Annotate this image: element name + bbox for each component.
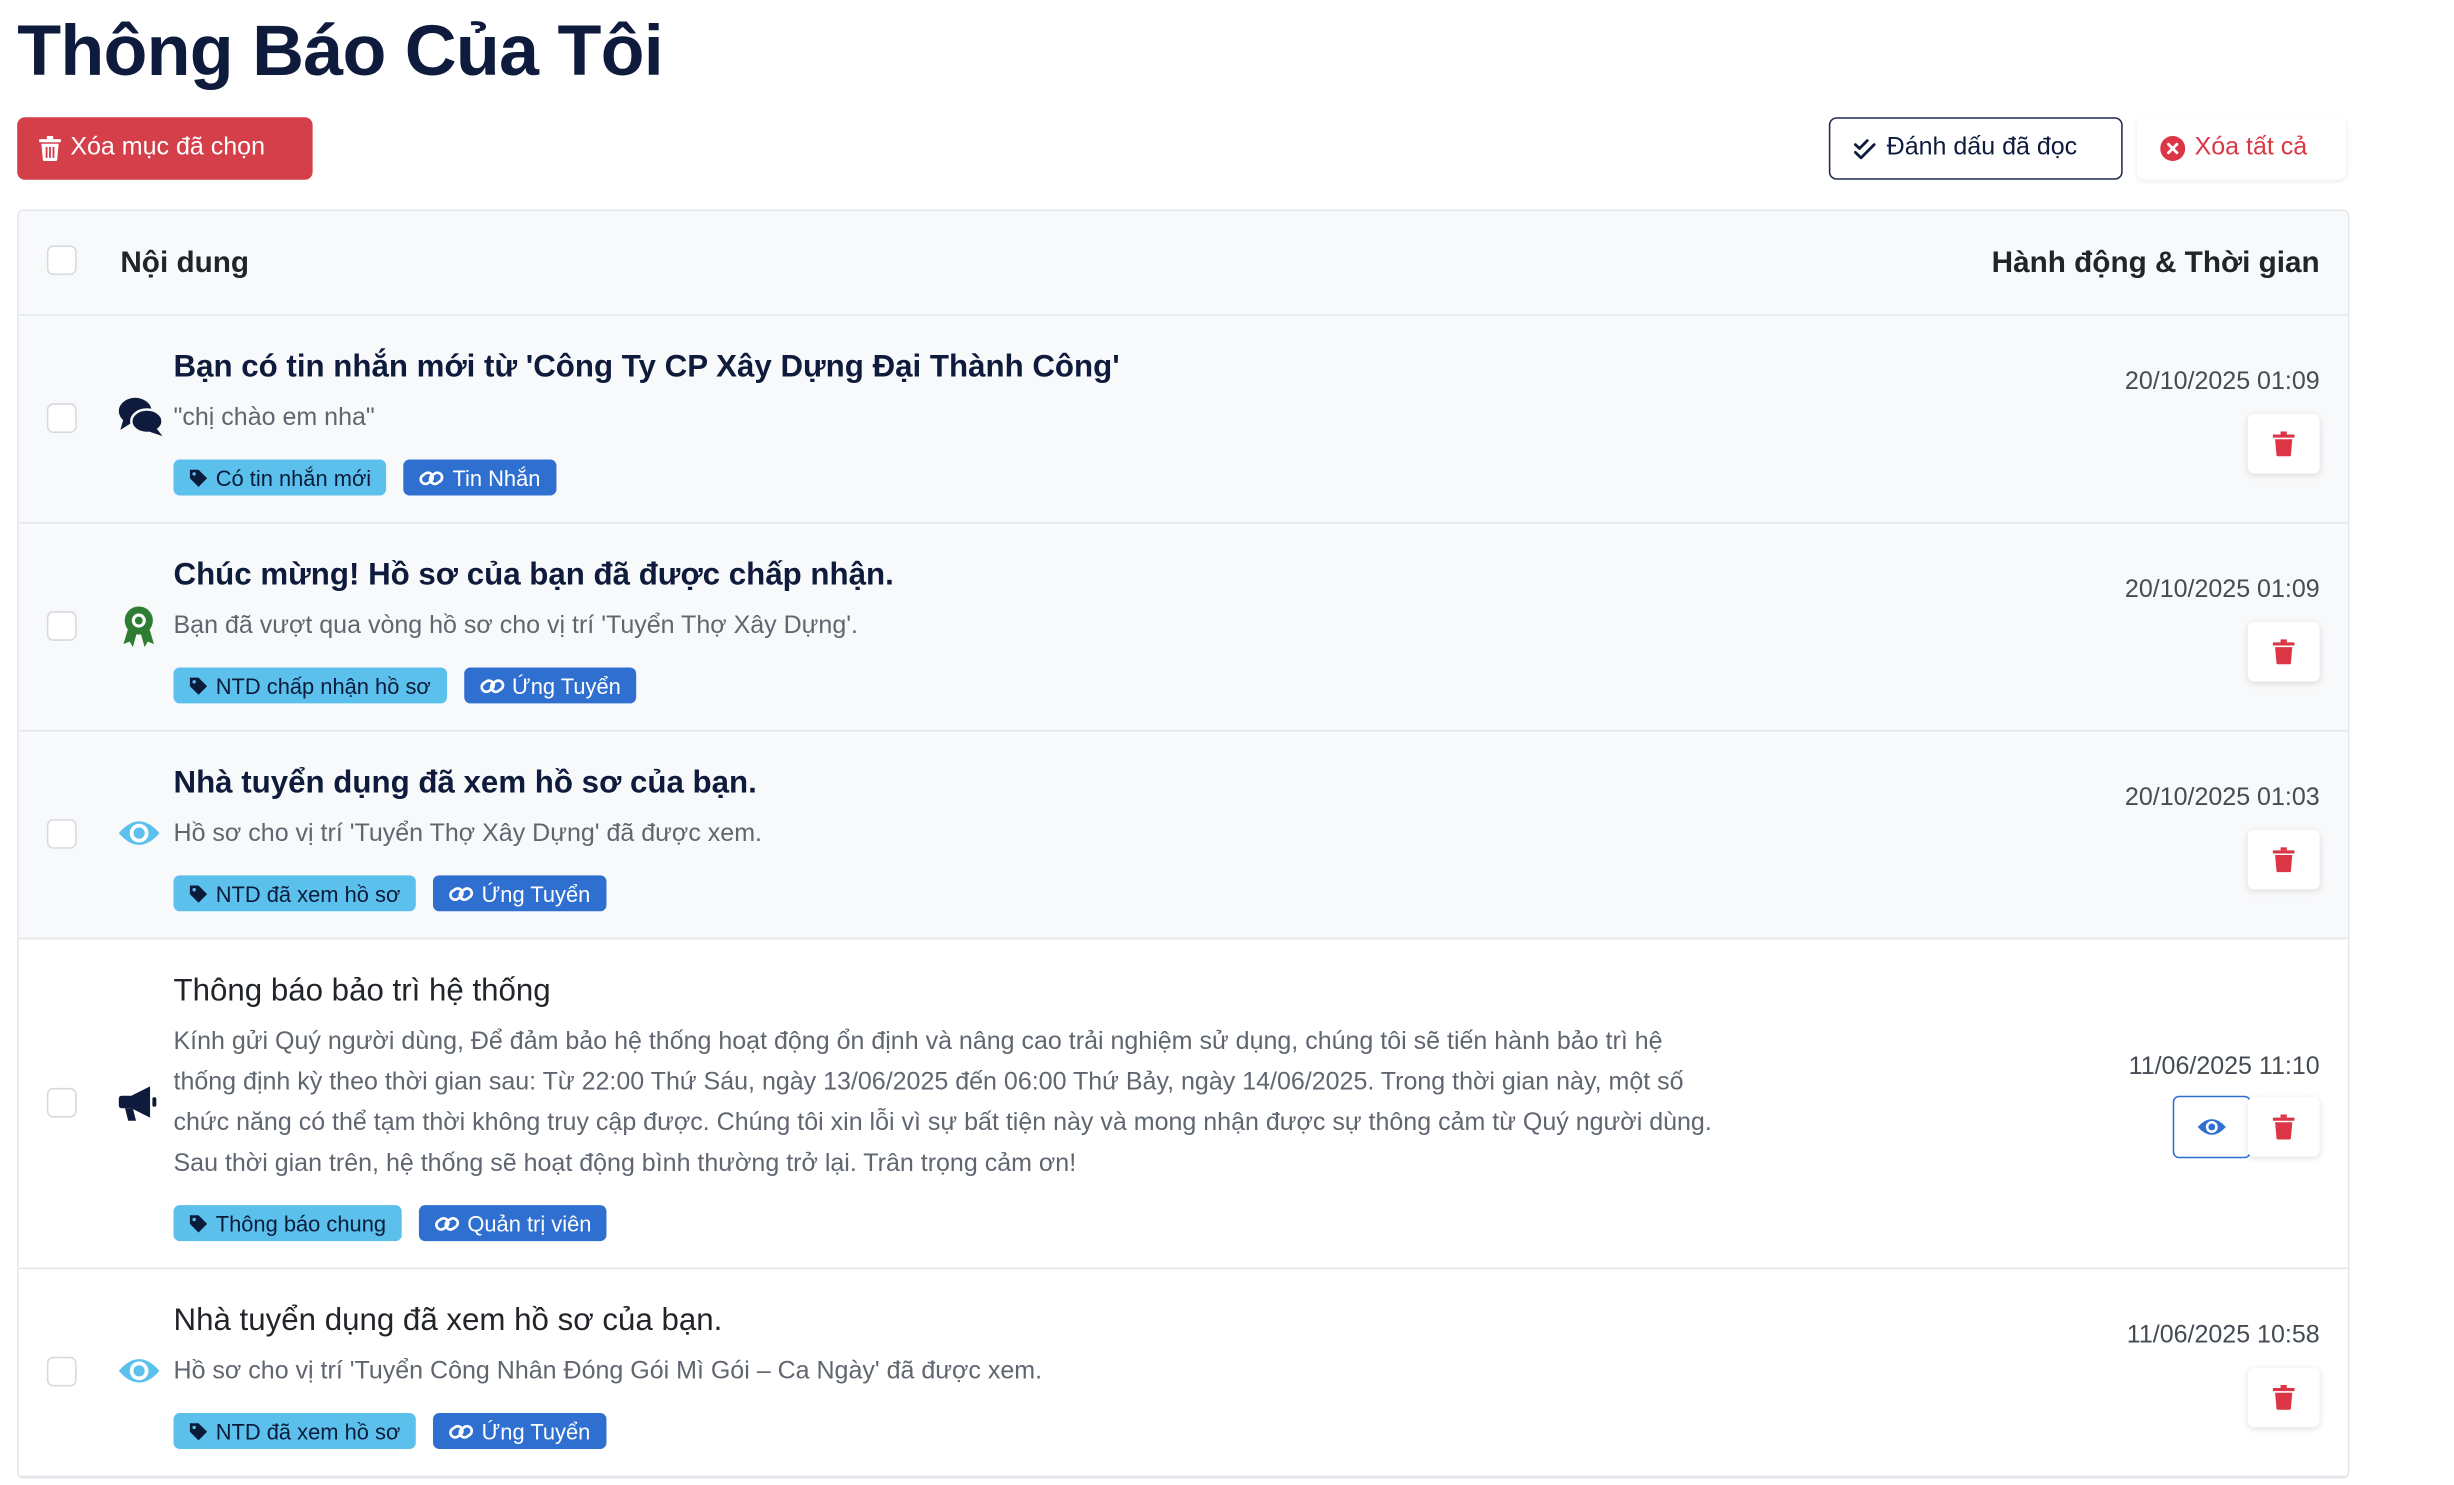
delete-all-label: Xóa tất cả bbox=[2194, 134, 2308, 161]
notification-body: Bạn có tin nhắn mới từ 'Công Ty CP Xây D… bbox=[173, 350, 1729, 496]
link-tag-label: Ứng Tuyển bbox=[481, 880, 591, 906]
notifications-table: Nội dung Hành động & Thời gian Bạn có ti… bbox=[17, 209, 2350, 1479]
type-tag-label: Thông báo chung bbox=[215, 1210, 387, 1236]
notification-row[interactable]: Chúc mừng! Hồ sơ của bạn đã được chấp nh… bbox=[18, 523, 2348, 732]
page-content: Thông Báo Của Tôi Xóa mục đã chọn Đánh d… bbox=[0, 0, 2454, 1485]
trash-icon bbox=[39, 135, 61, 161]
notification-title[interactable]: Bạn có tin nhắn mới từ 'Công Ty CP Xây D… bbox=[174, 350, 1729, 386]
notification-message: Hồ sơ cho vị trí 'Tuyển Công Nhân Đóng G… bbox=[173, 1358, 1043, 1385]
notification-message: Bạn đã vượt qua vòng hồ sơ cho vị trí 'T… bbox=[173, 612, 858, 640]
delete-notification-button[interactable] bbox=[2247, 622, 2320, 682]
view-notification-button[interactable] bbox=[2172, 1095, 2251, 1159]
notification-row[interactable]: Nhà tuyển dụng đã xem hồ sơ của bạn. Hồ … bbox=[18, 731, 2348, 940]
notifications-page: Thông Báo Của Tôi Xóa mục đã chọn Đánh d… bbox=[0, 0, 2454, 1480]
megaphone-icon bbox=[117, 1083, 164, 1130]
eye-icon bbox=[2196, 1116, 2227, 1138]
link-icon bbox=[449, 1422, 474, 1441]
notification-body: Chúc mừng! Hồ sơ của bạn đã được chấp nh… bbox=[173, 558, 1729, 704]
link-tag-label: Ứng Tuyển bbox=[512, 672, 621, 698]
mark-read-label: Đánh dấu đã đọc bbox=[1886, 134, 2078, 161]
notification-time: 20/10/2025 01:09 bbox=[2124, 576, 2320, 604]
notification-row[interactable]: Nhà tuyển dụng đã xem hồ sơ của bạn. Hồ … bbox=[18, 1269, 2348, 1478]
table-header: Nội dung Hành động & Thời gian bbox=[18, 211, 2348, 316]
tag-icon bbox=[189, 1214, 208, 1233]
type-tag: NTD chấp nhận hồ sơ bbox=[173, 667, 447, 704]
delete-notification-button[interactable] bbox=[2247, 1367, 2320, 1428]
link-tag-label: Tin Nhắn bbox=[452, 465, 541, 491]
notification-row[interactable]: Thông báo bảo trì hệ thống Kính gửi Quý … bbox=[18, 939, 2348, 1270]
tag-group: NTD đã xem hồ sơ Ứng Tuyển bbox=[173, 1413, 1729, 1449]
notification-title[interactable]: Thông báo bảo trì hệ thống bbox=[174, 974, 1729, 1010]
row-checkbox[interactable] bbox=[46, 611, 77, 641]
tag-icon bbox=[189, 468, 208, 487]
notification-time: 20/10/2025 01:09 bbox=[2124, 368, 2320, 396]
link-tag[interactable]: Ứng Tuyển bbox=[463, 667, 637, 704]
tag-group: Có tin nhắn mới Tin Nhắn bbox=[173, 459, 1729, 496]
link-tag-label: Ứng Tuyển bbox=[481, 1418, 591, 1444]
type-tag: NTD đã xem hồ sơ bbox=[173, 1413, 416, 1449]
notification-message: Kính gửi Quý người dùng, Để đảm bảo hệ t… bbox=[173, 1028, 1712, 1178]
notification-time: 20/10/2025 01:03 bbox=[2124, 784, 2320, 812]
row-checkbox[interactable] bbox=[46, 403, 77, 433]
notification-title[interactable]: Nhà tuyển dụng đã xem hồ sơ của bạn. bbox=[174, 1304, 1729, 1340]
delete-selected-label: Xóa mục đã chọn bbox=[70, 134, 265, 161]
award-icon bbox=[117, 605, 164, 652]
link-icon bbox=[479, 676, 504, 695]
trash-icon bbox=[2272, 847, 2295, 873]
link-tag[interactable]: Tin Nhắn bbox=[403, 459, 557, 496]
circle-x-icon bbox=[2160, 135, 2186, 161]
notification-time: 11/06/2025 11:10 bbox=[2128, 1053, 2320, 1081]
delete-notification-button[interactable] bbox=[2247, 414, 2320, 474]
link-icon bbox=[449, 884, 474, 903]
select-all-checkbox[interactable] bbox=[46, 245, 77, 276]
trash-icon bbox=[2272, 431, 2295, 457]
link-tag[interactable]: Quản trị viên bbox=[418, 1205, 608, 1242]
header-actions: Hành động & Thời gian bbox=[1991, 246, 2320, 280]
delete-notification-button[interactable] bbox=[2247, 1097, 2320, 1157]
link-icon bbox=[420, 468, 445, 487]
delete-selected-button[interactable]: Xóa mục đã chọn bbox=[17, 117, 313, 180]
type-tag: NTD đã xem hồ sơ bbox=[173, 875, 416, 912]
delete-notification-button[interactable] bbox=[2247, 830, 2320, 890]
eye-icon bbox=[117, 818, 164, 865]
tag-icon bbox=[189, 884, 208, 903]
comments-icon bbox=[117, 394, 164, 441]
tag-group: Thông báo chung Quản trị viên bbox=[173, 1205, 1729, 1242]
header-content: Nội dung bbox=[120, 246, 250, 280]
notification-time: 11/06/2025 10:58 bbox=[2126, 1322, 2320, 1349]
row-checkbox[interactable] bbox=[46, 819, 77, 849]
link-tag[interactable]: Ứng Tuyển bbox=[433, 875, 606, 912]
type-tag: Có tin nhắn mới bbox=[173, 459, 387, 496]
delete-all-button[interactable]: Xóa tất cả bbox=[2136, 117, 2347, 180]
check-double-icon bbox=[1853, 138, 1876, 159]
row-checkbox[interactable] bbox=[46, 1356, 77, 1387]
notification-message: Hồ sơ cho vị trí 'Tuyển Thợ Xây Dựng' đã… bbox=[173, 820, 762, 848]
link-tag[interactable]: Ứng Tuyển bbox=[433, 1413, 606, 1449]
type-tag-label: Có tin nhắn mới bbox=[215, 465, 372, 491]
notification-row[interactable]: Bạn có tin nhắn mới từ 'Công Ty CP Xây D… bbox=[18, 315, 2348, 524]
notification-body: Nhà tuyển dụng đã xem hồ sơ của bạn. Hồ … bbox=[173, 766, 1729, 912]
trash-icon bbox=[2272, 1384, 2295, 1410]
notification-body: Nhà tuyển dụng đã xem hồ sơ của bạn. Hồ … bbox=[173, 1304, 1729, 1449]
notification-title[interactable]: Chúc mừng! Hồ sơ của bạn đã được chấp nh… bbox=[174, 558, 1729, 594]
type-tag: Thông báo chung bbox=[173, 1205, 402, 1242]
tag-group: NTD đã xem hồ sơ Ứng Tuyển bbox=[173, 875, 1729, 912]
notification-message: "chị chào em nha" bbox=[173, 404, 375, 432]
tag-group: NTD chấp nhận hồ sơ Ứng Tuyển bbox=[173, 667, 1729, 704]
eye-icon bbox=[117, 1355, 164, 1402]
link-tag-label: Quản trị viên bbox=[467, 1210, 592, 1236]
mark-read-button[interactable]: Đánh dấu đã đọc bbox=[1828, 117, 2123, 180]
notification-body: Thông báo bảo trì hệ thống Kính gửi Quý … bbox=[173, 974, 1729, 1242]
row-checkbox[interactable] bbox=[46, 1087, 77, 1118]
notification-title[interactable]: Nhà tuyển dụng đã xem hồ sơ của bạn. bbox=[174, 766, 1729, 802]
trash-icon bbox=[2272, 1114, 2295, 1140]
type-tag-label: NTD đã xem hồ sơ bbox=[215, 880, 401, 906]
page-title: Thông Báo Của Tôi bbox=[17, 9, 664, 91]
tag-icon bbox=[189, 676, 208, 695]
type-tag-label: NTD đã xem hồ sơ bbox=[215, 1418, 401, 1444]
link-icon bbox=[435, 1214, 460, 1233]
type-tag-label: NTD chấp nhận hồ sơ bbox=[215, 672, 431, 698]
tag-icon bbox=[189, 1422, 208, 1441]
trash-icon bbox=[2272, 639, 2295, 665]
